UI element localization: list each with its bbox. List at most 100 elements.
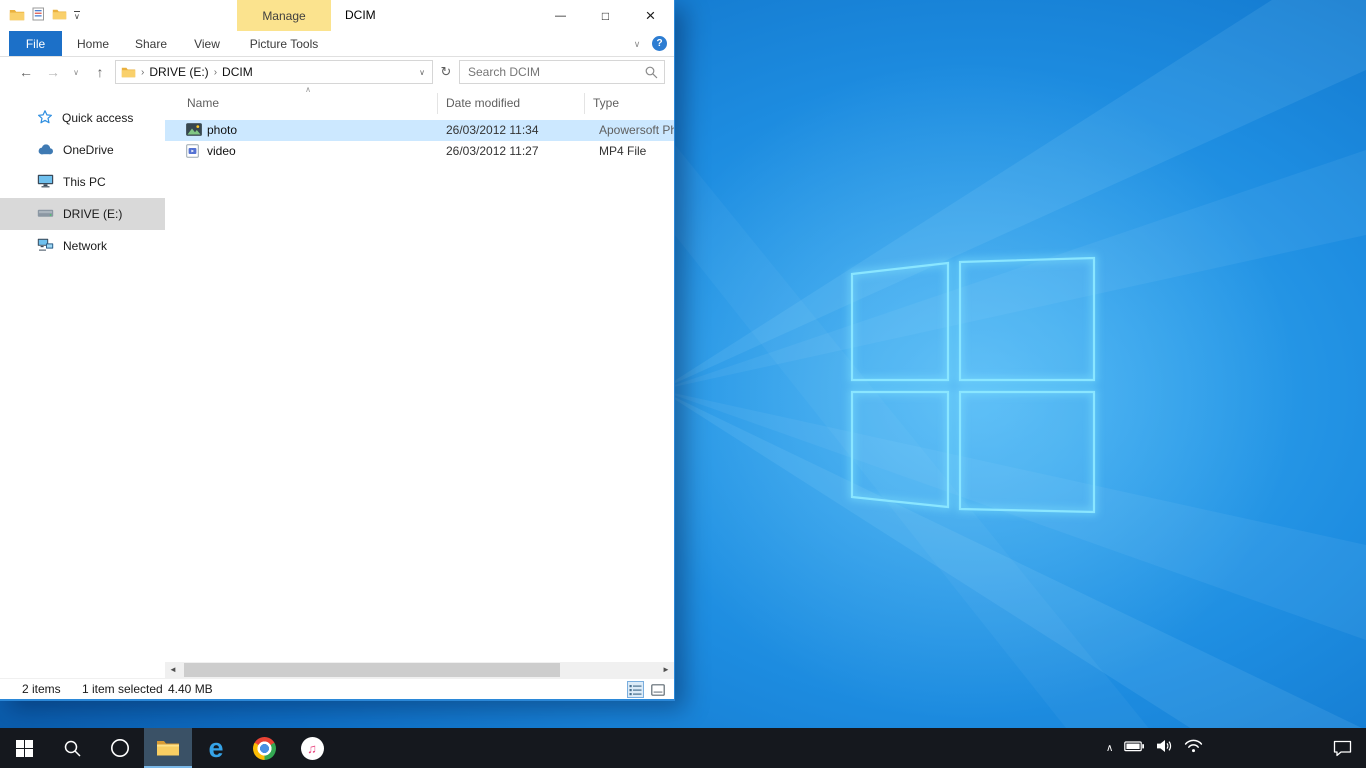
tab-view[interactable]: View xyxy=(182,31,232,56)
tray-show-hidden-icons-icon[interactable]: ∧ xyxy=(1106,743,1113,754)
search-input[interactable] xyxy=(460,61,664,83)
scroll-left-icon[interactable]: ◄ xyxy=(165,662,181,678)
start-button[interactable] xyxy=(0,728,48,768)
horizontal-scrollbar[interactable]: ◄ ► xyxy=(165,662,674,678)
network-icon xyxy=(37,238,54,254)
window-folder-icon[interactable] xyxy=(9,8,25,24)
forward-button[interactable]: → xyxy=(41,57,65,87)
breadcrumb-segment-dcim[interactable]: DCIM xyxy=(222,65,253,79)
address-folder-icon xyxy=(121,66,136,78)
column-divider[interactable] xyxy=(584,93,585,114)
column-header-date-modified[interactable]: Date modified xyxy=(446,87,520,120)
status-bar: 2 items 1 item selected 4.40 MB xyxy=(0,678,674,699)
sidebar-item-network[interactable]: Network xyxy=(0,230,165,262)
volume-icon[interactable] xyxy=(1156,739,1173,758)
file-list: ∧ Name Date modified Type photo 26/03/20… xyxy=(165,87,674,678)
taskbar-chrome-button[interactable] xyxy=(240,728,288,768)
address-dropdown-icon[interactable]: ∨ xyxy=(412,68,432,77)
breadcrumb-separator: › xyxy=(136,67,149,78)
details-view-button[interactable] xyxy=(627,681,644,698)
cortana-circle-icon xyxy=(109,737,131,759)
breadcrumb-separator: › xyxy=(209,67,222,78)
search-icon xyxy=(63,739,82,758)
details-view-icon xyxy=(629,684,642,696)
titlebar: ∨ Manage DCIM — □ × xyxy=(0,0,674,31)
refresh-icon[interactable]: ↻ xyxy=(436,60,456,84)
navigation-pane: Quick access OneDrive This PC DRIVE (E:) xyxy=(0,87,165,662)
maximize-button[interactable]: □ xyxy=(583,0,628,31)
sidebar-item-this-pc[interactable]: This PC xyxy=(0,166,165,198)
help-icon[interactable]: ? xyxy=(652,36,667,51)
up-button[interactable]: ↑ xyxy=(88,57,112,87)
contextual-group-manage: Manage xyxy=(237,0,331,31)
file-date-modified: 26/03/2012 11:27 xyxy=(446,141,539,162)
sidebar-item-label: Quick access xyxy=(62,111,133,125)
sidebar-item-label: Network xyxy=(63,239,107,253)
scroll-right-icon[interactable]: ► xyxy=(658,662,674,678)
history-dropdown-icon[interactable]: ∨ xyxy=(68,57,84,87)
search-box xyxy=(459,60,665,84)
cortana-button[interactable] xyxy=(96,728,144,768)
taskbar-itunes-button[interactable]: ♫ xyxy=(288,728,336,768)
ribbon-collapse-icon[interactable]: ∨ xyxy=(628,35,646,53)
file-explorer-window: ∨ Manage DCIM — □ × File Home Share View… xyxy=(0,0,675,701)
address-box[interactable]: › DRIVE (E:) › DCIM ∨ xyxy=(115,60,433,84)
onedrive-cloud-icon xyxy=(37,143,54,158)
window-controls: — □ × xyxy=(538,0,673,31)
breadcrumb-segment-drive[interactable]: DRIVE (E:) xyxy=(149,65,208,79)
tab-home[interactable]: Home xyxy=(68,31,118,56)
column-header-type[interactable]: Type xyxy=(593,87,619,120)
back-button[interactable]: ← xyxy=(14,57,38,87)
video-file-icon xyxy=(186,144,199,158)
minimize-button[interactable]: — xyxy=(538,0,583,31)
tab-share[interactable]: Share xyxy=(124,31,178,56)
column-headers: ∧ Name Date modified Type xyxy=(165,87,674,120)
wifi-icon[interactable] xyxy=(1184,739,1203,758)
taskbar-file-explorer-button[interactable] xyxy=(144,728,192,768)
edge-icon: e xyxy=(208,730,223,766)
qat-customize-icon[interactable]: ∨ xyxy=(74,11,80,20)
thumbnails-view-button[interactable] xyxy=(649,681,666,698)
sidebar-item-label: OneDrive xyxy=(63,143,114,157)
file-row-photo[interactable]: photo 26/03/2012 11:34 Apowersoft Pho xyxy=(165,120,674,141)
search-icon xyxy=(645,66,658,82)
file-row-video[interactable]: video 26/03/2012 11:27 MP4 File xyxy=(165,141,674,162)
address-bar: ← → ∨ ↑ › DRIVE (E:) › DCIM ∨ ↻ xyxy=(0,57,674,87)
taskbar-edge-button[interactable]: e xyxy=(192,728,240,768)
this-pc-icon xyxy=(37,174,54,191)
quick-access-star-icon xyxy=(37,109,53,128)
drive-icon xyxy=(37,207,54,221)
photo-file-icon xyxy=(186,123,202,136)
file-type: Apowersoft Pho xyxy=(599,120,674,141)
new-folder-icon[interactable] xyxy=(52,8,67,23)
taskbar: e ♫ ∧ xyxy=(0,728,1366,768)
ribbon-tabs: File Home Share View Picture Tools ∨ ? xyxy=(0,31,674,57)
action-center-button[interactable] xyxy=(1318,728,1366,768)
tab-file[interactable]: File xyxy=(9,31,62,56)
taskbar-search-button[interactable] xyxy=(48,728,96,768)
file-type: MP4 File xyxy=(599,141,646,162)
file-explorer-icon xyxy=(156,738,180,757)
action-center-icon xyxy=(1333,740,1352,757)
screen: ∨ Manage DCIM — □ × File Home Share View… xyxy=(0,0,1366,768)
close-button[interactable]: × xyxy=(628,0,673,31)
quick-access-toolbar: ∨ xyxy=(9,7,80,24)
chrome-icon xyxy=(253,737,276,760)
thumbnails-view-icon xyxy=(651,684,665,696)
sidebar-item-label: This PC xyxy=(63,175,106,189)
scrollbar-thumb[interactable] xyxy=(184,663,560,677)
itunes-icon: ♫ xyxy=(301,737,324,760)
file-name: video xyxy=(207,141,236,162)
file-name: photo xyxy=(207,120,237,141)
tab-picture-tools[interactable]: Picture Tools xyxy=(237,31,331,56)
sidebar-item-onedrive[interactable]: OneDrive xyxy=(0,134,165,166)
column-header-name[interactable]: Name xyxy=(187,87,219,120)
selection-size: 4.40 MB xyxy=(168,679,213,700)
column-divider[interactable] xyxy=(437,93,438,114)
sidebar-item-quick-access[interactable]: Quick access xyxy=(0,102,165,134)
battery-icon[interactable] xyxy=(1124,739,1145,757)
selection-count: 1 item selected xyxy=(82,679,163,700)
sidebar-item-drive-e[interactable]: DRIVE (E:) xyxy=(0,198,165,230)
windows-start-icon xyxy=(16,740,33,757)
properties-icon[interactable] xyxy=(32,7,45,24)
